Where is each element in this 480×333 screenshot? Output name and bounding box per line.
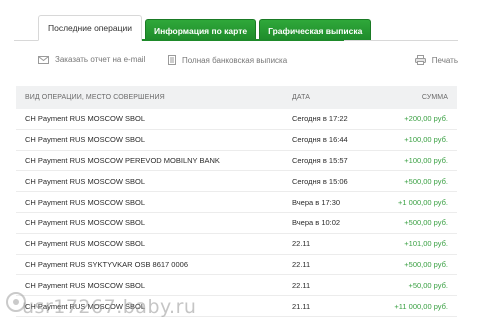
document-icon [168, 55, 176, 65]
table-row[interactable]: CH Payment RUS MOSCOW SBOL Сегодня в 15:… [16, 171, 457, 193]
amount-cell: +11 000,00 руб. [394, 301, 448, 311]
table-header: ВИД ОПЕРАЦИИ, МЕСТО СОВЕРШЕНИЯ ДАТА СУММ… [16, 86, 457, 109]
printer-icon [414, 55, 426, 65]
tab-accent-bar [139, 39, 344, 41]
amount-cell: +500,00 руб. [404, 176, 448, 186]
amount-cell: +50,00 руб. [408, 280, 448, 290]
table-row[interactable]: CH Payment RUS MOSCOW SBOL Вчера в 10:02… [16, 213, 457, 234]
table-row[interactable]: CH Payment RUS MOSCOW PEREVOD MOBILNY BA… [16, 151, 457, 172]
amount-cell: +500,00 руб. [404, 218, 448, 228]
tab-graphic-statement[interactable]: Графическая выписка [259, 19, 372, 41]
table-row[interactable]: CH Payment RUS MOSCOW SBOL Вчера в 17:30… [16, 192, 457, 213]
tab-card-info[interactable]: Информация по карте [144, 19, 257, 41]
operation-cell: CH Payment RUS MOSCOW SBOL [25, 239, 146, 249]
full-statement-label: Полная банковская выписка [182, 55, 288, 65]
email-report-link[interactable]: Заказать отчет на e-mail [38, 55, 145, 64]
date-cell: 22.11 [292, 259, 311, 269]
operation-cell: CH Payment RUS MOSCOW PEREVOD MOBILNY BA… [25, 155, 220, 165]
date-cell: 21.11 [292, 301, 311, 311]
tab-bar: Последние операции Информация по карте Г… [38, 15, 374, 41]
header-date: ДАТА [292, 94, 310, 101]
print-label: Печать [431, 55, 458, 65]
operation-cell: CH Payment RUS MOSCOW SBOL [25, 114, 146, 124]
operation-cell: CH Payment RUS MOSCOW SBOL [25, 197, 146, 207]
amount-cell: +101,00 руб. [404, 239, 448, 249]
operations-table: ВИД ОПЕРАЦИИ, МЕСТО СОВЕРШЕНИЯ ДАТА СУММ… [16, 86, 457, 317]
table-row[interactable]: CH Payment RUS MOSCOW SBOL Сегодня в 17:… [16, 109, 457, 130]
operation-cell: CH Payment RUS SYKTYVKAR OSB 8617 0006 [25, 259, 188, 269]
operation-cell: CH Payment RUS MOSCOW SBOL [25, 280, 146, 290]
watermark-text: usr17267.baby.ru [22, 296, 197, 318]
table-row[interactable]: CH Payment RUS MOSCOW SBOL 22.11 +101,00… [16, 234, 457, 255]
print-button[interactable]: Печать [414, 55, 458, 65]
amount-cell: +500,00 руб. [404, 259, 448, 269]
header-operation: ВИД ОПЕРАЦИИ, МЕСТО СОВЕРШЕНИЯ [25, 94, 165, 101]
envelope-icon [38, 55, 49, 64]
table-row[interactable]: CH Payment RUS SYKTYVKAR OSB 8617 0006 2… [16, 255, 457, 276]
full-statement-link[interactable]: Полная банковская выписка [168, 55, 287, 65]
amount-cell: +100,00 руб. [404, 135, 448, 145]
operation-cell: CH Payment RUS MOSCOW SBOL [25, 176, 146, 186]
date-cell: Сегодня в 17:22 [292, 114, 348, 124]
date-cell: Вчера в 17:30 [292, 197, 341, 207]
date-cell: Сегодня в 16:44 [292, 135, 348, 145]
table-row[interactable]: CH Payment RUS MOSCOW SBOL 22.11 +50,00 … [16, 275, 457, 297]
operation-cell: CH Payment RUS MOSCOW SBOL [25, 218, 146, 228]
date-cell: Сегодня в 15:57 [292, 155, 348, 165]
operation-cell: CH Payment RUS MOSCOW SBOL [25, 135, 146, 145]
date-cell: 22.11 [292, 239, 311, 249]
header-amount: СУММА [421, 94, 448, 101]
amount-cell: +200,00 руб. [404, 114, 448, 124]
tab-recent-operations[interactable]: Последние операции [38, 15, 142, 41]
amount-cell: +100,00 руб. [404, 155, 448, 165]
date-cell: Сегодня в 15:06 [292, 176, 348, 186]
action-bar: Заказать отчет на e-mail Полная банковск… [38, 55, 458, 69]
email-report-label: Заказать отчет на e-mail [55, 55, 146, 64]
amount-cell: +1 000,00 руб. [398, 197, 448, 207]
date-cell: Вчера в 10:02 [292, 218, 341, 228]
table-row[interactable]: CH Payment RUS MOSCOW SBOL Сегодня в 16:… [16, 130, 457, 151]
date-cell: 22.11 [292, 280, 311, 290]
